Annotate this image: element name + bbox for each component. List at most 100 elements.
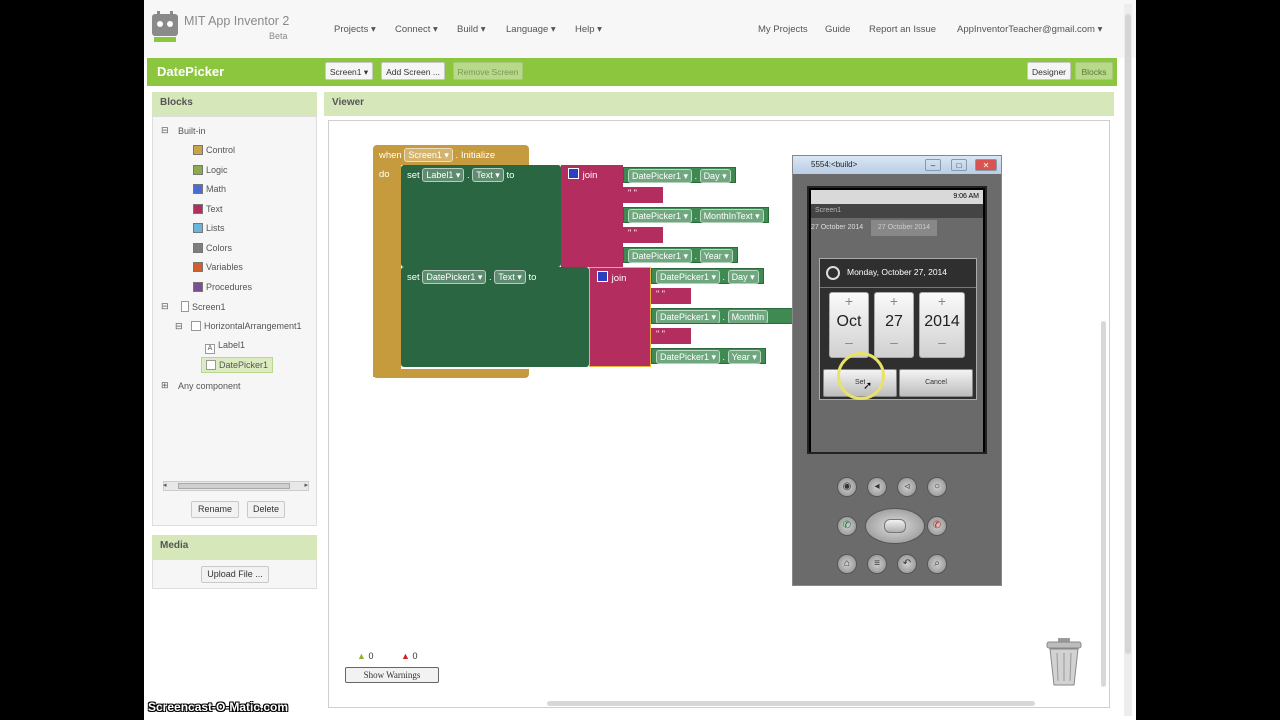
- property-dropdown[interactable]: MonthInText ▾: [699, 209, 764, 223]
- component-dropdown[interactable]: DatePicker1 ▾: [656, 350, 721, 364]
- designer-button[interactable]: Designer: [1027, 62, 1071, 80]
- text-string-block[interactable]: " ": [651, 288, 691, 304]
- text-property-dropdown[interactable]: Text ▾: [494, 270, 526, 284]
- datepicker-day-getter[interactable]: DatePicker1 ▾ . Day ▾: [623, 167, 736, 183]
- dpad[interactable]: [865, 508, 925, 544]
- rename-button[interactable]: Rename: [191, 501, 239, 518]
- menu-help[interactable]: Help ▾: [575, 24, 602, 35]
- property-dropdown[interactable]: Year ▾: [699, 249, 733, 263]
- datepicker-monthintext-getter[interactable]: DatePicker1 ▾ . MonthInText ▾: [623, 207, 769, 223]
- search-icon[interactable]: ⌕: [927, 554, 947, 574]
- volume-down-icon[interactable]: ◂: [867, 477, 887, 497]
- builtin-item-lists[interactable]: Lists: [193, 223, 225, 233]
- arrangement-tree-toggle[interactable]: ⊟: [175, 321, 183, 332]
- page-scroll-thumb[interactable]: [1125, 14, 1131, 654]
- increment-icon[interactable]: +: [875, 293, 913, 309]
- remove-screen-button[interactable]: Remove Screen: [453, 62, 523, 80]
- component-dropdown[interactable]: DatePicker1 ▾: [656, 310, 721, 323]
- app-inventor-logo-icon[interactable]: [148, 10, 182, 44]
- component-dropdown[interactable]: DatePicker1 ▾: [628, 209, 693, 223]
- builtin-item-variables[interactable]: Variables: [193, 262, 243, 272]
- add-screen-button[interactable]: Add Screen ...: [381, 62, 445, 80]
- dpad-center-button[interactable]: [884, 519, 906, 533]
- builtin-item-logic[interactable]: Logic: [193, 164, 228, 175]
- datepicker-year-getter[interactable]: DatePicker1 ▾ . Year ▾: [623, 247, 738, 263]
- gear-mutator-icon[interactable]: [597, 271, 608, 282]
- any-component-toggle[interactable]: ⊞: [161, 380, 169, 391]
- screen-tree-toggle[interactable]: ⊟: [161, 301, 169, 312]
- property-dropdown[interactable]: Year ▾: [727, 350, 761, 364]
- builtin-item-colors[interactable]: Colors: [193, 242, 232, 253]
- home-icon[interactable]: ⌂: [837, 554, 857, 574]
- screen1-item[interactable]: Screen1: [181, 301, 226, 312]
- builtin-item-control[interactable]: Control: [193, 145, 235, 155]
- year-spinner[interactable]: + 2014 –: [919, 292, 965, 358]
- set-label1-text-block[interactable]: set Label1 ▾ . Text ▾ to: [401, 165, 561, 267]
- property-dropdown[interactable]: Day ▾: [727, 270, 759, 284]
- link-guide[interactable]: Guide: [825, 24, 850, 35]
- workspace-horizontal-scrollbar[interactable]: [547, 701, 1035, 706]
- show-warnings-button[interactable]: Show Warnings: [345, 667, 439, 683]
- link-my-projects[interactable]: My Projects: [758, 24, 808, 35]
- gear-mutator-icon[interactable]: [568, 168, 579, 179]
- workspace-vertical-scrollbar[interactable]: [1101, 321, 1106, 687]
- scroll-left-icon[interactable]: ◂: [163, 481, 167, 489]
- text-string-block[interactable]: " ": [623, 187, 663, 203]
- delete-button[interactable]: Delete: [247, 501, 285, 518]
- property-dropdown[interactable]: MonthIn: [727, 310, 769, 323]
- end-call-icon[interactable]: ✆: [927, 516, 947, 536]
- link-report-issue[interactable]: Report an Issue: [869, 24, 936, 35]
- datepicker-monthin-getter[interactable]: DatePicker1 ▾ . MonthIn: [651, 308, 793, 324]
- datepicker-year-getter[interactable]: DatePicker1 ▾ . Year ▾: [651, 348, 766, 364]
- increment-icon[interactable]: +: [920, 293, 964, 309]
- upload-file-button[interactable]: Upload File ...: [201, 566, 269, 583]
- decrement-icon[interactable]: –: [920, 335, 964, 349]
- decrement-icon[interactable]: –: [830, 335, 868, 349]
- join-block-1[interactable]: join: [561, 165, 623, 267]
- builtin-tree-toggle[interactable]: ⊟: [161, 125, 169, 136]
- day-spinner[interactable]: + 27 –: [874, 292, 914, 358]
- increment-icon[interactable]: +: [830, 293, 868, 309]
- cancel-button[interactable]: Cancel: [899, 369, 973, 397]
- menu-build[interactable]: Build ▾: [457, 24, 486, 35]
- when-screen-initialize-block[interactable]: when Screen1 ▾ . Initialize: [373, 145, 529, 165]
- datepicker1-item[interactable]: DatePicker1: [201, 357, 274, 373]
- trash-can-icon[interactable]: [1045, 637, 1083, 687]
- datepicker1-button[interactable]: 27 October 2014: [871, 220, 937, 236]
- builtin-item-text[interactable]: Text: [193, 203, 223, 214]
- volume-up-icon[interactable]: ◃: [897, 477, 917, 497]
- builtin-item-math[interactable]: Math: [193, 184, 226, 194]
- menu-projects[interactable]: Projects ▾: [334, 24, 376, 35]
- page-vertical-scrollbar[interactable]: [1124, 4, 1132, 716]
- maximize-icon[interactable]: □: [951, 159, 967, 171]
- menu-icon[interactable]: ≡: [867, 554, 887, 574]
- component-dropdown[interactable]: DatePicker1 ▾: [656, 270, 721, 284]
- close-icon[interactable]: ✕: [975, 159, 997, 171]
- component-dropdown[interactable]: DatePicker1 ▾: [628, 169, 693, 183]
- minimize-icon[interactable]: –: [925, 159, 941, 171]
- screen-dropdown[interactable]: Screen1 ▾: [404, 148, 453, 162]
- camera-icon[interactable]: ◉: [837, 477, 857, 497]
- blocks-button[interactable]: Blocks: [1075, 62, 1113, 80]
- text-string-block[interactable]: " ": [623, 227, 663, 243]
- datepicker-day-getter[interactable]: DatePicker1 ▾ . Day ▾: [651, 268, 764, 284]
- any-component-item[interactable]: Any component: [178, 381, 241, 391]
- datepicker1-dropdown[interactable]: DatePicker1 ▾: [422, 270, 487, 284]
- text-string-block[interactable]: " ": [651, 328, 691, 344]
- scroll-right-icon[interactable]: ▸: [304, 481, 308, 489]
- call-icon[interactable]: ✆: [837, 516, 857, 536]
- power-icon[interactable]: ○: [927, 477, 947, 497]
- builtin-label[interactable]: Built-in: [178, 126, 206, 136]
- label1-item[interactable]: A Label1: [205, 340, 245, 354]
- screen-selector[interactable]: Screen1 ▾: [325, 62, 373, 80]
- month-spinner[interactable]: + Oct –: [829, 292, 869, 358]
- property-dropdown[interactable]: Day ▾: [699, 169, 731, 183]
- horizontal-arrangement-item[interactable]: HorizontalArrangement1: [191, 321, 302, 331]
- horizontal-scrollbar[interactable]: ◂ ▸: [163, 481, 309, 491]
- builtin-item-procedures[interactable]: Procedures: [193, 281, 252, 292]
- join-block-2[interactable]: join: [589, 267, 651, 367]
- android-emulator-window[interactable]: 5554:<build> – □ ✕ 9:06 AM Screen1 27 Oc…: [792, 155, 1002, 586]
- scrollbar-thumb[interactable]: [178, 483, 290, 489]
- back-icon[interactable]: ↶: [897, 554, 917, 574]
- label1-dropdown[interactable]: Label1 ▾: [422, 168, 465, 182]
